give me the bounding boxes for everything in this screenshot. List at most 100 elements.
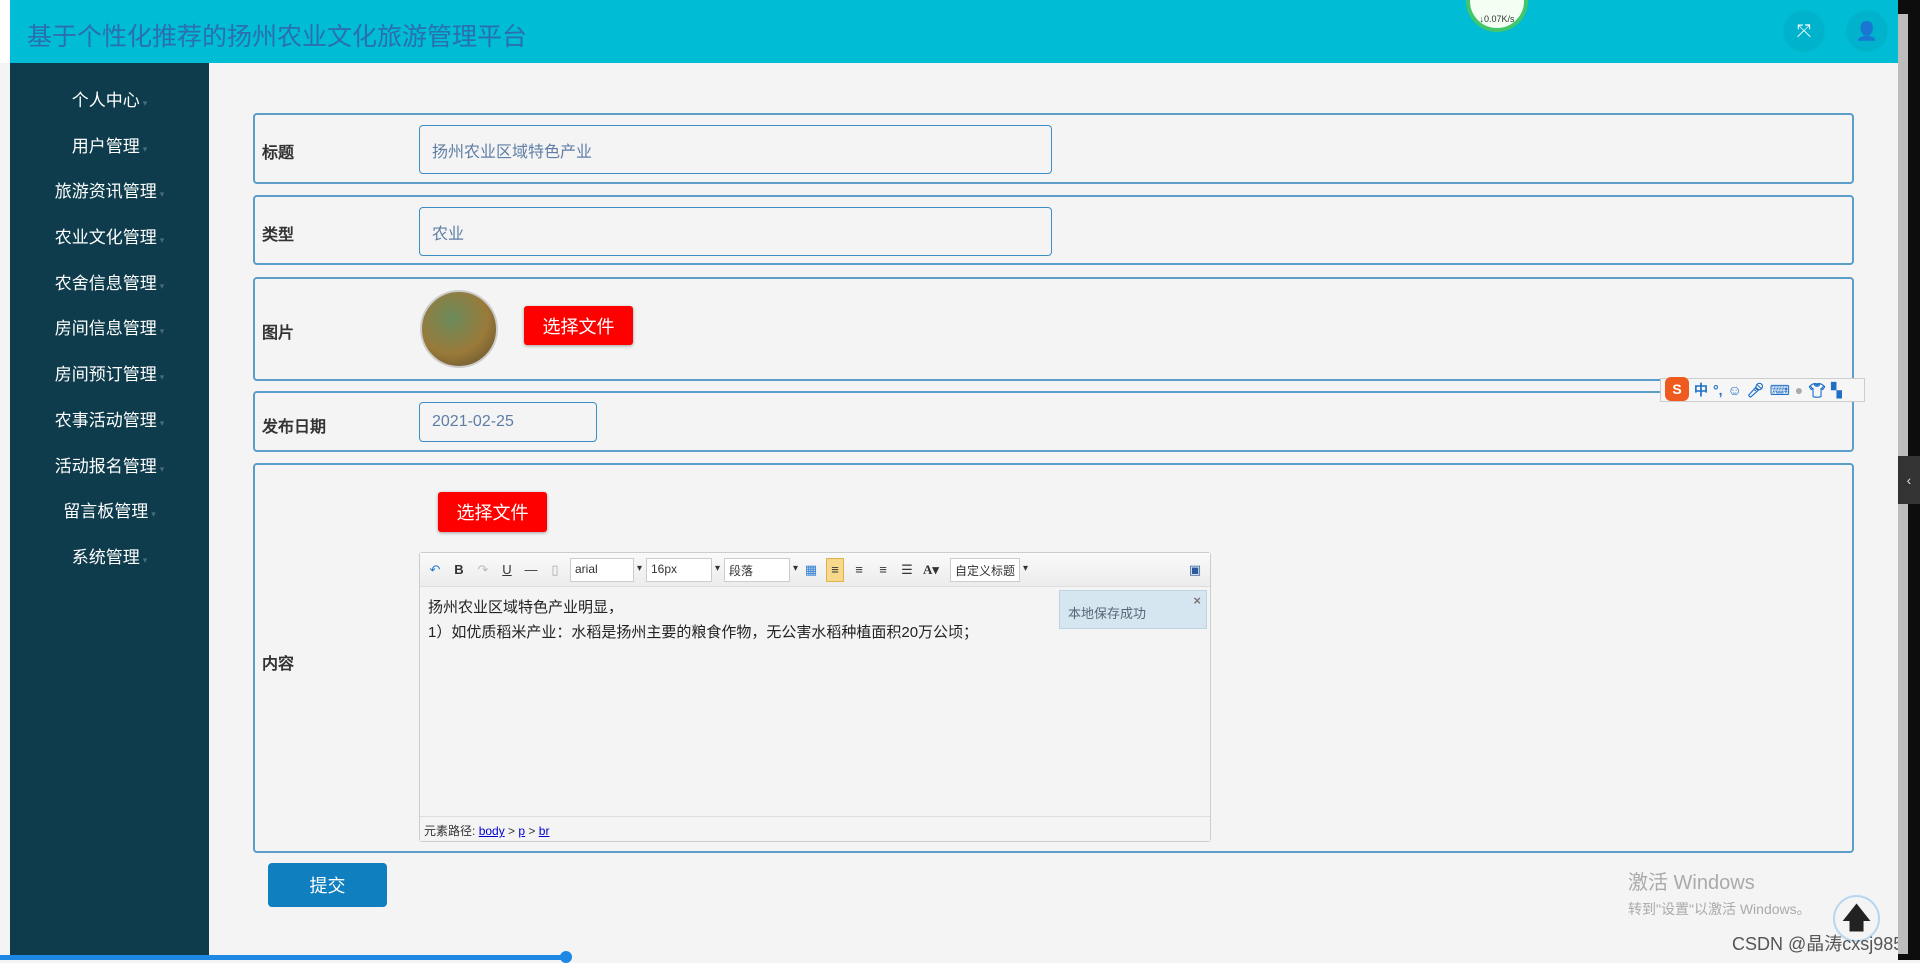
chevron-down-icon: ▾: [142, 98, 148, 108]
sidebar-item-label: 农事活动管理: [54, 410, 157, 430]
keyboard-icon[interactable]: ⌨: [1770, 382, 1790, 399]
sidebar-item-system[interactable]: 系统管理 ▾: [10, 535, 209, 581]
sidebar-item-label: 房间信息管理: [54, 319, 157, 339]
date-input[interactable]: 2021-02-25: [419, 402, 597, 442]
sidebar-item-farmhouse[interactable]: 农舍信息管理 ▾: [10, 261, 209, 307]
table-icon[interactable]: ▦: [802, 562, 820, 578]
element-path: 元素路径: body > p > br: [420, 816, 1210, 841]
path-label: 元素路径:: [424, 824, 476, 838]
sidebar-item-label: 农业文化管理: [54, 228, 157, 248]
watermark-line: 激活 Windows: [1628, 872, 1755, 894]
custom-title-select[interactable]: 自定义标题: [950, 557, 1028, 582]
sidebar-item-label: 农舍信息管理: [54, 273, 157, 293]
grid-icon[interactable]: ▚: [1831, 382, 1842, 399]
path-link[interactable]: br: [539, 824, 550, 838]
horizontal-rule-icon[interactable]: —: [522, 562, 540, 577]
sidebar-item-label: 留言板管理: [63, 502, 149, 522]
progress-handle: [560, 951, 572, 963]
sidebar-item-rooms[interactable]: 房间信息管理 ▾: [10, 306, 209, 352]
title-row: 标题 扬州农业区域特色产业: [253, 113, 1854, 184]
justify-icon[interactable]: ☰: [898, 562, 916, 578]
toast-text: 本地保存成功: [1068, 606, 1147, 621]
font-size-select[interactable]: 16px: [646, 557, 720, 582]
image-row: 图片 选择文件: [253, 277, 1854, 381]
ime-toolbar: S 中 °, ☺ 🎤︎ ⌨ ● 👕︎ ▚: [1660, 377, 1865, 402]
choose-file-button[interactable]: 选择文件: [524, 306, 633, 345]
sidebar-item-profile[interactable]: 个人中心 ▾: [10, 78, 209, 124]
sidebar-item-label: 用户管理: [71, 136, 140, 156]
close-icon[interactable]: ×: [1193, 593, 1201, 608]
date-row: 发布日期 2021-02-25: [253, 391, 1854, 452]
emoji-icon[interactable]: ☺: [1728, 382, 1742, 398]
align-center-icon[interactable]: ≡: [874, 562, 892, 577]
windows-activation-watermark: 激活 Windows 转到"设置"以激活 Windows。: [1628, 866, 1811, 919]
sidebar-item-farm-activities[interactable]: 农事活动管理 ▾: [10, 398, 209, 444]
bold-icon[interactable]: B: [450, 562, 468, 577]
net-speed: ↓0.07K/s: [1479, 14, 1515, 24]
path-link[interactable]: body: [479, 824, 505, 838]
rich-text-editor: ↶ B ↷ U — ▯ arial 16px 段落 ▦ ≡ ≡ ≡ ☰ A▾ 自…: [419, 552, 1211, 842]
image-label: 图片: [262, 325, 295, 342]
content-choose-file-button[interactable]: 选择文件: [438, 492, 547, 532]
ime-lang[interactable]: 中: [1694, 380, 1708, 400]
skin-icon[interactable]: 👕︎: [1808, 382, 1826, 399]
editor-toolbar: ↶ B ↷ U — ▯ arial 16px 段落 ▦ ≡ ≡ ≡ ☰ A▾ 自…: [420, 553, 1210, 587]
top-header: 基于个性化推荐的扬州农业文化旅游管理平台 ↓0.07K/s ⤧ 👤: [0, 0, 1898, 63]
sidebar-item-label: 活动报名管理: [54, 456, 157, 476]
save-toast: 本地保存成功 ×: [1059, 590, 1207, 629]
fullscreen-icon[interactable]: ⤧: [1785, 12, 1823, 50]
sidebar-item-registrations[interactable]: 活动报名管理 ▾: [10, 444, 209, 490]
title-input[interactable]: 扬州农业区域特色产业: [419, 125, 1052, 174]
csdn-watermark: CSDN @晶涛cxsj985: [1732, 934, 1904, 954]
content-label: 内容: [262, 656, 295, 673]
sidebar-item-agri-culture[interactable]: 农业文化管理 ▾: [10, 215, 209, 261]
image-thumbnail: [420, 290, 498, 368]
redo-icon[interactable]: ↷: [474, 562, 492, 578]
sidebar: 个人中心 ▾ 用户管理 ▾ 旅游资讯管理 ▾ 农业文化管理 ▾ 农舍信息管理 ▾ 房间信息…: [10, 63, 209, 960]
align-left-icon[interactable]: ≡: [826, 557, 844, 582]
chevron-down-icon: ▾: [151, 509, 156, 520]
chevron-down-icon: ▾: [159, 280, 165, 291]
page-progress-bar: [0, 951, 572, 963]
underline-icon[interactable]: U: [498, 562, 516, 577]
type-row: 类型 农业: [253, 195, 1854, 265]
font-color-icon[interactable]: A▾: [922, 562, 940, 578]
microphone-icon[interactable]: 🎤︎: [1747, 382, 1765, 399]
type-input[interactable]: 农业: [419, 207, 1052, 256]
sidebar-item-label: 个人中心: [71, 91, 140, 110]
page-icon[interactable]: ▯: [546, 562, 564, 578]
chevron-down-icon: ▾: [159, 189, 165, 200]
sidebar-item-label: 房间预订管理: [54, 365, 157, 385]
sidebar-item-travel-news[interactable]: 旅游资讯管理 ▾: [10, 169, 209, 215]
chevron-down-icon: ▾: [159, 372, 165, 383]
type-label: 类型: [262, 227, 295, 244]
preview-icon[interactable]: ▣: [1186, 562, 1204, 578]
user-icon[interactable]: 👤: [1848, 12, 1886, 50]
sidebar-item-message-board[interactable]: 留言板管理 ▾: [10, 489, 209, 535]
sogou-logo-icon: S: [1665, 377, 1689, 401]
submit-button[interactable]: 提交: [268, 863, 387, 907]
watermark-line: 转到"设置"以激活 Windows。: [1628, 901, 1811, 917]
align-right-icon[interactable]: ≡: [850, 562, 868, 577]
chevron-down-icon: ▾: [159, 326, 165, 337]
chevron-down-icon: ▾: [159, 235, 165, 246]
sidebar-item-bookings[interactable]: 房间预订管理 ▾: [10, 352, 209, 398]
app-title: 基于个性化推荐的扬州农业文化旅游管理平台: [27, 23, 528, 51]
undo-icon[interactable]: ↶: [426, 562, 444, 578]
network-speed-widget: ↓0.07K/s: [1466, 0, 1528, 32]
chevron-down-icon: ▾: [142, 554, 148, 565]
font-family-select[interactable]: arial: [570, 557, 642, 582]
sidebar-item-label: 旅游资讯管理: [54, 182, 157, 202]
date-label: 发布日期: [262, 419, 327, 436]
sidebar-item-users[interactable]: 用户管理 ▾: [10, 124, 209, 170]
ime-punct[interactable]: °,: [1713, 382, 1723, 398]
sidebar-item-label: 系统管理: [71, 547, 140, 567]
path-link[interactable]: p: [518, 824, 525, 838]
user-icon[interactable]: ●: [1795, 382, 1803, 398]
title-label: 标题: [262, 145, 295, 162]
paragraph-select[interactable]: 段落: [724, 557, 798, 582]
chevron-down-icon: ▾: [142, 143, 148, 154]
content-row: 内容 选择文件 ↶ B ↷ U — ▯ arial 16px 段落 ▦ ≡ ≡ …: [253, 463, 1854, 853]
chevron-down-icon: ▾: [159, 417, 165, 428]
chevron-left-icon[interactable]: ‹: [1898, 456, 1920, 504]
